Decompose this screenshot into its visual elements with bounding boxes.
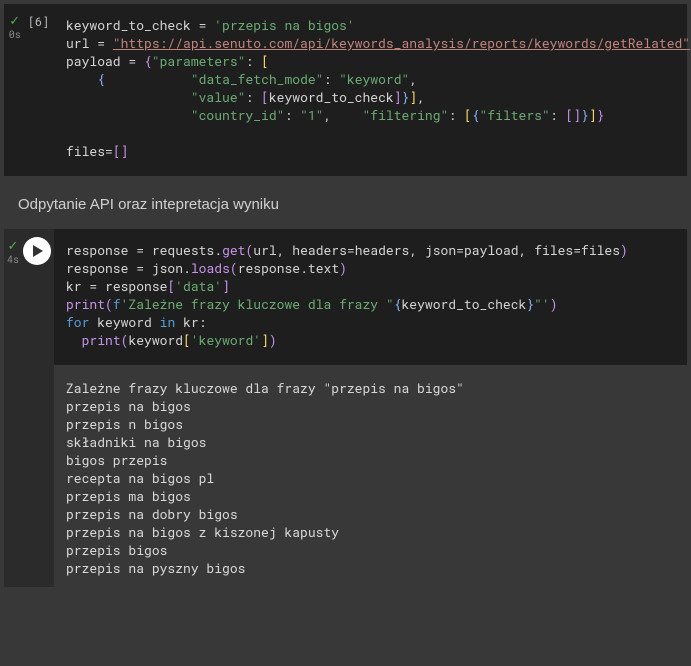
code-token: files xyxy=(534,241,573,259)
run-button[interactable] xyxy=(23,237,51,265)
cell-gutter: ✓ 0s [6] xyxy=(4,4,54,176)
code-token: "value" xyxy=(191,88,246,106)
code-token: files xyxy=(66,142,105,160)
code-token: print xyxy=(66,295,105,313)
code-cell-2: ✓ 4s response = requests.get(url, header… xyxy=(4,229,687,587)
code-block[interactable]: keyword_to_check = 'przepis na bigos' ur… xyxy=(54,4,691,176)
code-token: 'przepis na bigos' xyxy=(214,16,354,34)
code-token: response xyxy=(66,259,128,277)
code-token: kr xyxy=(183,313,199,331)
code-token: "keyword" xyxy=(339,70,409,88)
code-token: keyword xyxy=(128,331,183,349)
code-token: keyword_to_check xyxy=(269,88,394,106)
check-icon: ✓ xyxy=(8,239,19,252)
code-token: keyword_to_check xyxy=(402,295,527,313)
code-token: response xyxy=(105,277,167,295)
code-token: "parameters" xyxy=(152,52,246,70)
code-token: headers xyxy=(292,241,347,259)
code-token: = xyxy=(82,277,105,295)
code-token: = xyxy=(105,142,113,160)
code-token: kr xyxy=(66,277,82,295)
code-token: loads xyxy=(191,259,230,277)
section-heading: Odpytanie API oraz intepretacja wyniku xyxy=(0,190,691,225)
code-cell-1: ✓ 0s [6] keyword_to_check = 'przepis na … xyxy=(4,4,687,176)
code-token: "data_fetch_mode" xyxy=(191,70,324,88)
code-token: = xyxy=(128,241,151,259)
code-token: requests xyxy=(152,241,214,259)
code-token: in xyxy=(160,313,176,331)
code-token: = xyxy=(191,16,214,34)
code-token: response xyxy=(238,259,300,277)
cell-gutter: ✓ 4s xyxy=(4,229,54,365)
code-token: for xyxy=(66,313,89,331)
code-token: text xyxy=(308,259,339,277)
code-token: 'data' xyxy=(175,277,222,295)
code-token: url xyxy=(66,34,89,52)
output-gutter xyxy=(4,365,54,587)
code-token: "country_id" xyxy=(191,106,285,124)
code-token: keyword_to_check xyxy=(66,16,191,34)
code-token: json xyxy=(425,241,456,259)
code-block[interactable]: response = requests.get(url, headers=hea… xyxy=(54,229,687,365)
code-token: headers xyxy=(355,241,410,259)
code-token: = xyxy=(128,259,151,277)
code-token: = xyxy=(121,52,144,70)
code-token: url xyxy=(253,241,276,259)
code-token: keyword xyxy=(97,313,152,331)
code-token: files xyxy=(581,241,620,259)
cell-number: [6] xyxy=(28,14,50,30)
code-token: get xyxy=(222,241,245,259)
exec-time: 0s xyxy=(9,28,21,41)
code-token: print xyxy=(82,331,121,349)
code-token: payload xyxy=(66,52,121,70)
code-token: "filtering" xyxy=(362,106,448,124)
play-icon xyxy=(32,245,44,257)
code-token: json xyxy=(152,259,183,277)
code-token: response xyxy=(66,241,128,259)
code-token: f xyxy=(113,295,121,313)
check-icon: ✓ xyxy=(9,14,20,27)
code-token: 'Zależne frazy kluczowe dla frazy " xyxy=(121,295,394,313)
code-token: "' xyxy=(534,295,550,313)
code-token: "filters" xyxy=(480,106,550,124)
exec-time: 4s xyxy=(7,253,19,266)
code-token: = xyxy=(89,34,112,52)
code-token: "1" xyxy=(300,106,323,124)
code-token: 'keyword' xyxy=(191,331,261,349)
code-token: payload xyxy=(464,241,519,259)
url-string: "https://api.senuto.com/api/keywords_ana… xyxy=(113,34,690,52)
output-block: Zależne frazy kluczowe dla frazy "przepi… xyxy=(54,365,687,587)
